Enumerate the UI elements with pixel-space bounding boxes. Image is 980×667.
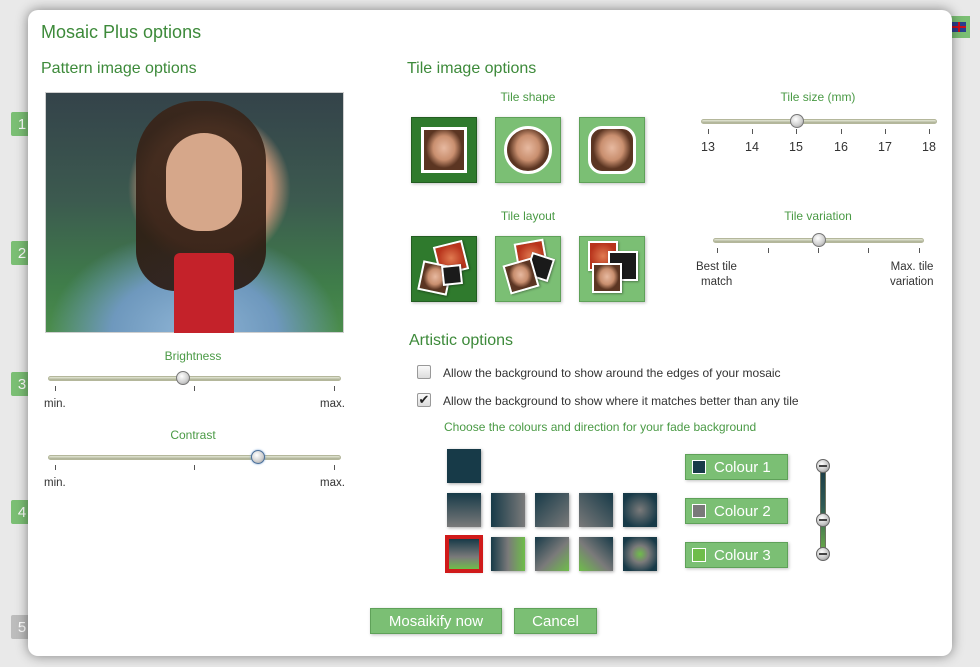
fade-gradient-handle-bottom[interactable]: [816, 547, 830, 561]
colour-2-swatch: [692, 504, 706, 518]
contrast-tick: [194, 465, 195, 470]
colour-3-swatch: [692, 548, 706, 562]
variation-tick: [768, 248, 769, 253]
fade-gradient-slider[interactable]: [820, 466, 826, 554]
tile-size-slider-handle[interactable]: [790, 114, 804, 128]
contrast-label: Contrast: [170, 428, 216, 442]
variation-tick: [919, 248, 920, 253]
matches-background-label: Allow the background to show where it ma…: [443, 394, 799, 408]
tile-size-tick-label: 18: [922, 140, 936, 154]
tile-layout-overlap-icon: [500, 238, 556, 297]
brightness-min-label: min.: [44, 398, 66, 410]
tile-layout-stacked-button[interactable]: [579, 236, 645, 302]
colour-1-button[interactable]: Colour 1: [685, 454, 788, 480]
fade-option-horizontal[interactable]: [491, 493, 525, 527]
colour-2-label: Colour 2: [714, 502, 771, 520]
colour-1-label: Colour 1: [714, 458, 771, 476]
colour-2-button[interactable]: Colour 2: [685, 498, 788, 524]
variation-min-label: Best tile match: [696, 261, 737, 288]
edges-background-label: Allow the background to show around the …: [443, 366, 781, 380]
fade-option-diagonal-reverse[interactable]: [579, 493, 613, 527]
mosaic-options-dialog: Mosaic Plus options Pattern image option…: [28, 10, 952, 656]
brightness-tick: [194, 386, 195, 391]
pattern-image-preview: [45, 92, 344, 333]
matches-background-checkbox[interactable]: ✔: [417, 393, 431, 407]
contrast-min-label: min.: [44, 477, 66, 489]
tile-variation-slider-handle[interactable]: [812, 233, 826, 247]
tile-size-tick-label: 13: [701, 140, 715, 154]
tile-size-tick-label: 17: [878, 140, 892, 154]
tile-size-tick: [796, 129, 797, 134]
tile-shape-rounded-icon: [588, 126, 636, 174]
colour-3-label: Colour 3: [714, 546, 771, 564]
fade-option-diagonal[interactable]: [535, 493, 569, 527]
tile-size-tick-label: 16: [834, 140, 848, 154]
fade-gradient-handle-top[interactable]: [816, 459, 830, 473]
fade-gradient-handle-middle[interactable]: [816, 513, 830, 527]
tile-layout-label: Tile layout: [500, 209, 556, 223]
tile-size-tick: [885, 129, 886, 134]
fade-option-diagonal-reverse-3[interactable]: [579, 537, 613, 571]
dialog-title: Mosaic Plus options: [41, 22, 202, 42]
tile-shape-rounded-button[interactable]: [579, 117, 645, 183]
tile-layout-overlap-button[interactable]: [495, 236, 561, 302]
tile-size-tick: [708, 129, 709, 134]
variation-max-label: Max. tile variation: [890, 261, 934, 288]
fade-option-radial[interactable]: [623, 493, 657, 527]
brightness-label: Brightness: [164, 349, 222, 363]
tile-size-tick: [752, 129, 753, 134]
tile-size-label: Tile size (mm): [780, 90, 856, 104]
tile-size-slider[interactable]: [701, 119, 937, 124]
tile-layout-stacked-icon: [584, 241, 640, 297]
tile-size-tick: [929, 129, 930, 134]
brightness-max-label: max.: [320, 398, 345, 410]
fade-option-vertical[interactable]: [447, 493, 481, 527]
brightness-slider-handle[interactable]: [176, 371, 190, 385]
tile-layout-scattered-icon: [416, 239, 472, 297]
brightness-slider[interactable]: [48, 376, 341, 381]
colour-3-button[interactable]: Colour 3: [685, 542, 788, 568]
tile-layout-scattered-button[interactable]: [411, 236, 477, 302]
brightness-tick: [334, 386, 335, 391]
mosaikify-now-button[interactable]: Mosaikify now: [370, 608, 502, 634]
contrast-tick: [55, 465, 56, 470]
fade-instructions: Choose the colours and direction for you…: [444, 420, 757, 434]
fade-option-diagonal-3[interactable]: [535, 537, 569, 571]
variation-tick: [717, 248, 718, 253]
contrast-slider-handle[interactable]: [251, 450, 265, 464]
brightness-tick: [55, 386, 56, 391]
edges-background-checkbox[interactable]: [417, 365, 431, 379]
pattern-section-title: Pattern image options: [41, 60, 197, 77]
variation-tick: [818, 248, 819, 253]
fade-option-solid[interactable]: [447, 449, 481, 483]
contrast-max-label: max.: [320, 477, 345, 489]
tile-section-title: Tile image options: [407, 60, 537, 77]
tile-variation-label: Tile variation: [784, 209, 852, 223]
variation-tick: [868, 248, 869, 253]
artistic-section-title: Artistic options: [409, 332, 514, 349]
cancel-button[interactable]: Cancel: [514, 608, 597, 634]
tile-shape-label: Tile shape: [500, 90, 556, 104]
fade-option-horizontal-3[interactable]: [491, 537, 525, 571]
tile-shape-square-icon: [421, 127, 467, 173]
contrast-tick: [334, 465, 335, 470]
tile-size-tick-label: 14: [745, 140, 759, 154]
tile-shape-circle-icon: [504, 126, 552, 174]
tile-shape-square-button[interactable]: [411, 117, 477, 183]
tile-size-tick-label: 15: [789, 140, 803, 154]
tile-size-tick: [841, 129, 842, 134]
fade-option-vertical-3[interactable]: [445, 535, 483, 573]
colour-1-swatch: [692, 460, 706, 474]
tile-shape-circle-button[interactable]: [495, 117, 561, 183]
contrast-slider[interactable]: [48, 455, 341, 460]
fade-option-radial-3[interactable]: [623, 537, 657, 571]
